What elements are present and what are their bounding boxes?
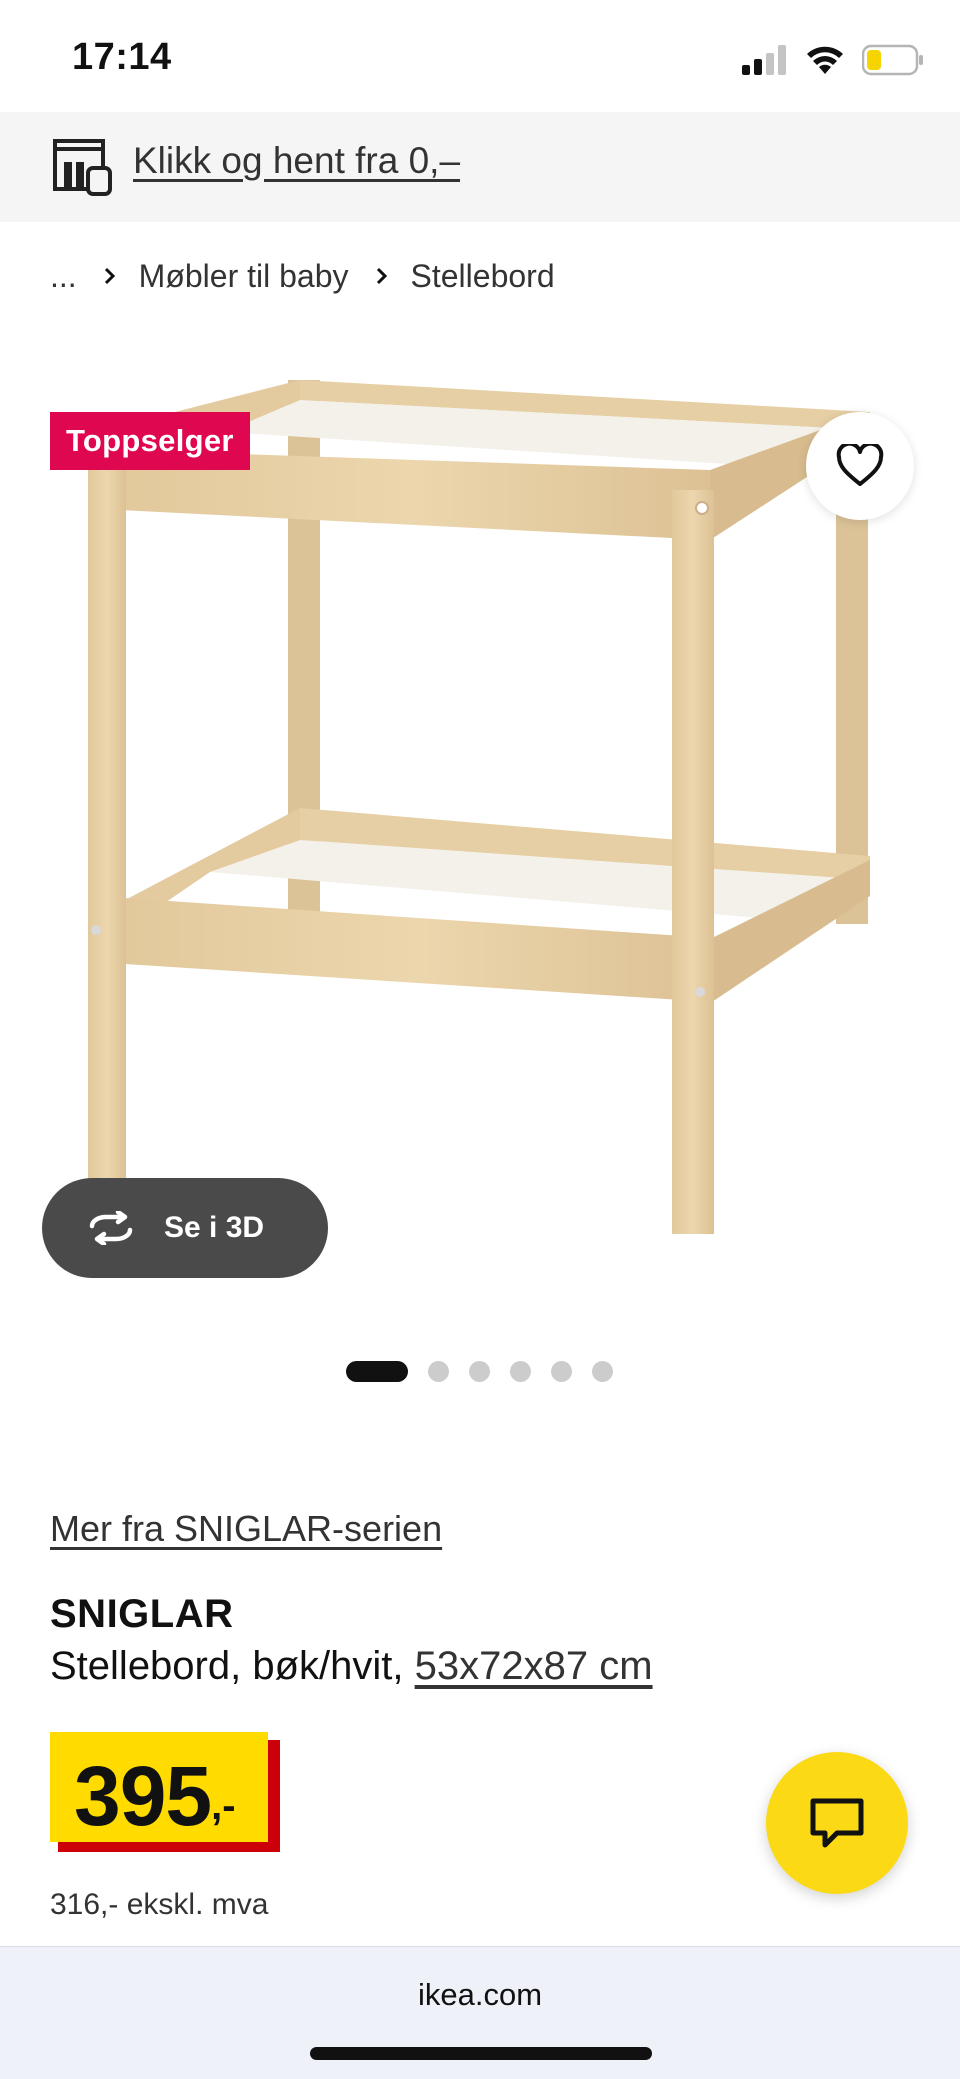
heart-icon	[836, 444, 884, 486]
browser-url[interactable]: ikea.com	[0, 1977, 960, 2013]
browser-address-bar[interactable]: ikea.com	[0, 1946, 960, 2079]
favorite-button[interactable]	[806, 412, 914, 520]
click-and-collect-banner[interactable]: Klikk og hent fra 0,–	[0, 112, 960, 222]
pagination-dot[interactable]	[592, 1360, 613, 1382]
chat-button[interactable]	[766, 1752, 908, 1894]
signal-icon	[742, 45, 786, 75]
home-indicator	[310, 2047, 652, 2060]
breadcrumb: ... Møbler til baby Stellebord	[50, 254, 555, 298]
pagination-dot[interactable]	[551, 1360, 572, 1382]
battery-icon	[862, 44, 923, 76]
click-and-collect-link[interactable]: Klikk og hent fra 0,–	[133, 140, 460, 182]
price-main: 395	[74, 1749, 212, 1843]
chat-icon	[810, 1798, 864, 1848]
product-dimensions-link[interactable]: 53x72x87 cm	[415, 1644, 653, 1688]
gallery-pagination	[346, 1359, 613, 1383]
product-description-text: Stellebord, bøk/hvit,	[50, 1644, 404, 1688]
store-icon	[53, 139, 112, 196]
status-icons	[742, 40, 924, 80]
pagination-dot[interactable]	[346, 1360, 408, 1382]
view-in-3d-label: Se i 3D	[164, 1211, 265, 1244]
price-tag: 395 ,-	[50, 1732, 280, 1852]
price-suffix: ,-	[211, 1784, 236, 1828]
chevron-right-icon	[104, 267, 115, 285]
breadcrumb-item-baby-furniture[interactable]: Møbler til baby	[139, 258, 349, 295]
status-time: 17:14	[72, 36, 172, 78]
wifi-icon	[807, 46, 843, 74]
price-box: 395 ,-	[50, 1732, 268, 1842]
breadcrumb-item-changing-table[interactable]: Stellebord	[411, 258, 555, 295]
top-seller-badge: Toppselger	[50, 412, 250, 470]
rotate-3d-icon	[89, 1211, 133, 1245]
chevron-right-icon	[376, 267, 387, 285]
pagination-dot[interactable]	[469, 1360, 490, 1382]
product-description: Stellebord, bøk/hvit, 53x72x87 cm	[50, 1644, 653, 1689]
view-in-3d-button[interactable]: Se i 3D	[42, 1178, 328, 1278]
pagination-dot[interactable]	[510, 1360, 531, 1382]
price-excl-vat: 316,- ekskl. mva	[50, 1888, 269, 1921]
breadcrumb-ellipsis[interactable]: ...	[50, 258, 77, 295]
pagination-dot[interactable]	[428, 1360, 449, 1382]
series-link[interactable]: Mer fra SNIGLAR-serien	[50, 1508, 442, 1550]
product-name: SNIGLAR	[50, 1592, 234, 1636]
status-bar: 17:14	[0, 0, 960, 112]
